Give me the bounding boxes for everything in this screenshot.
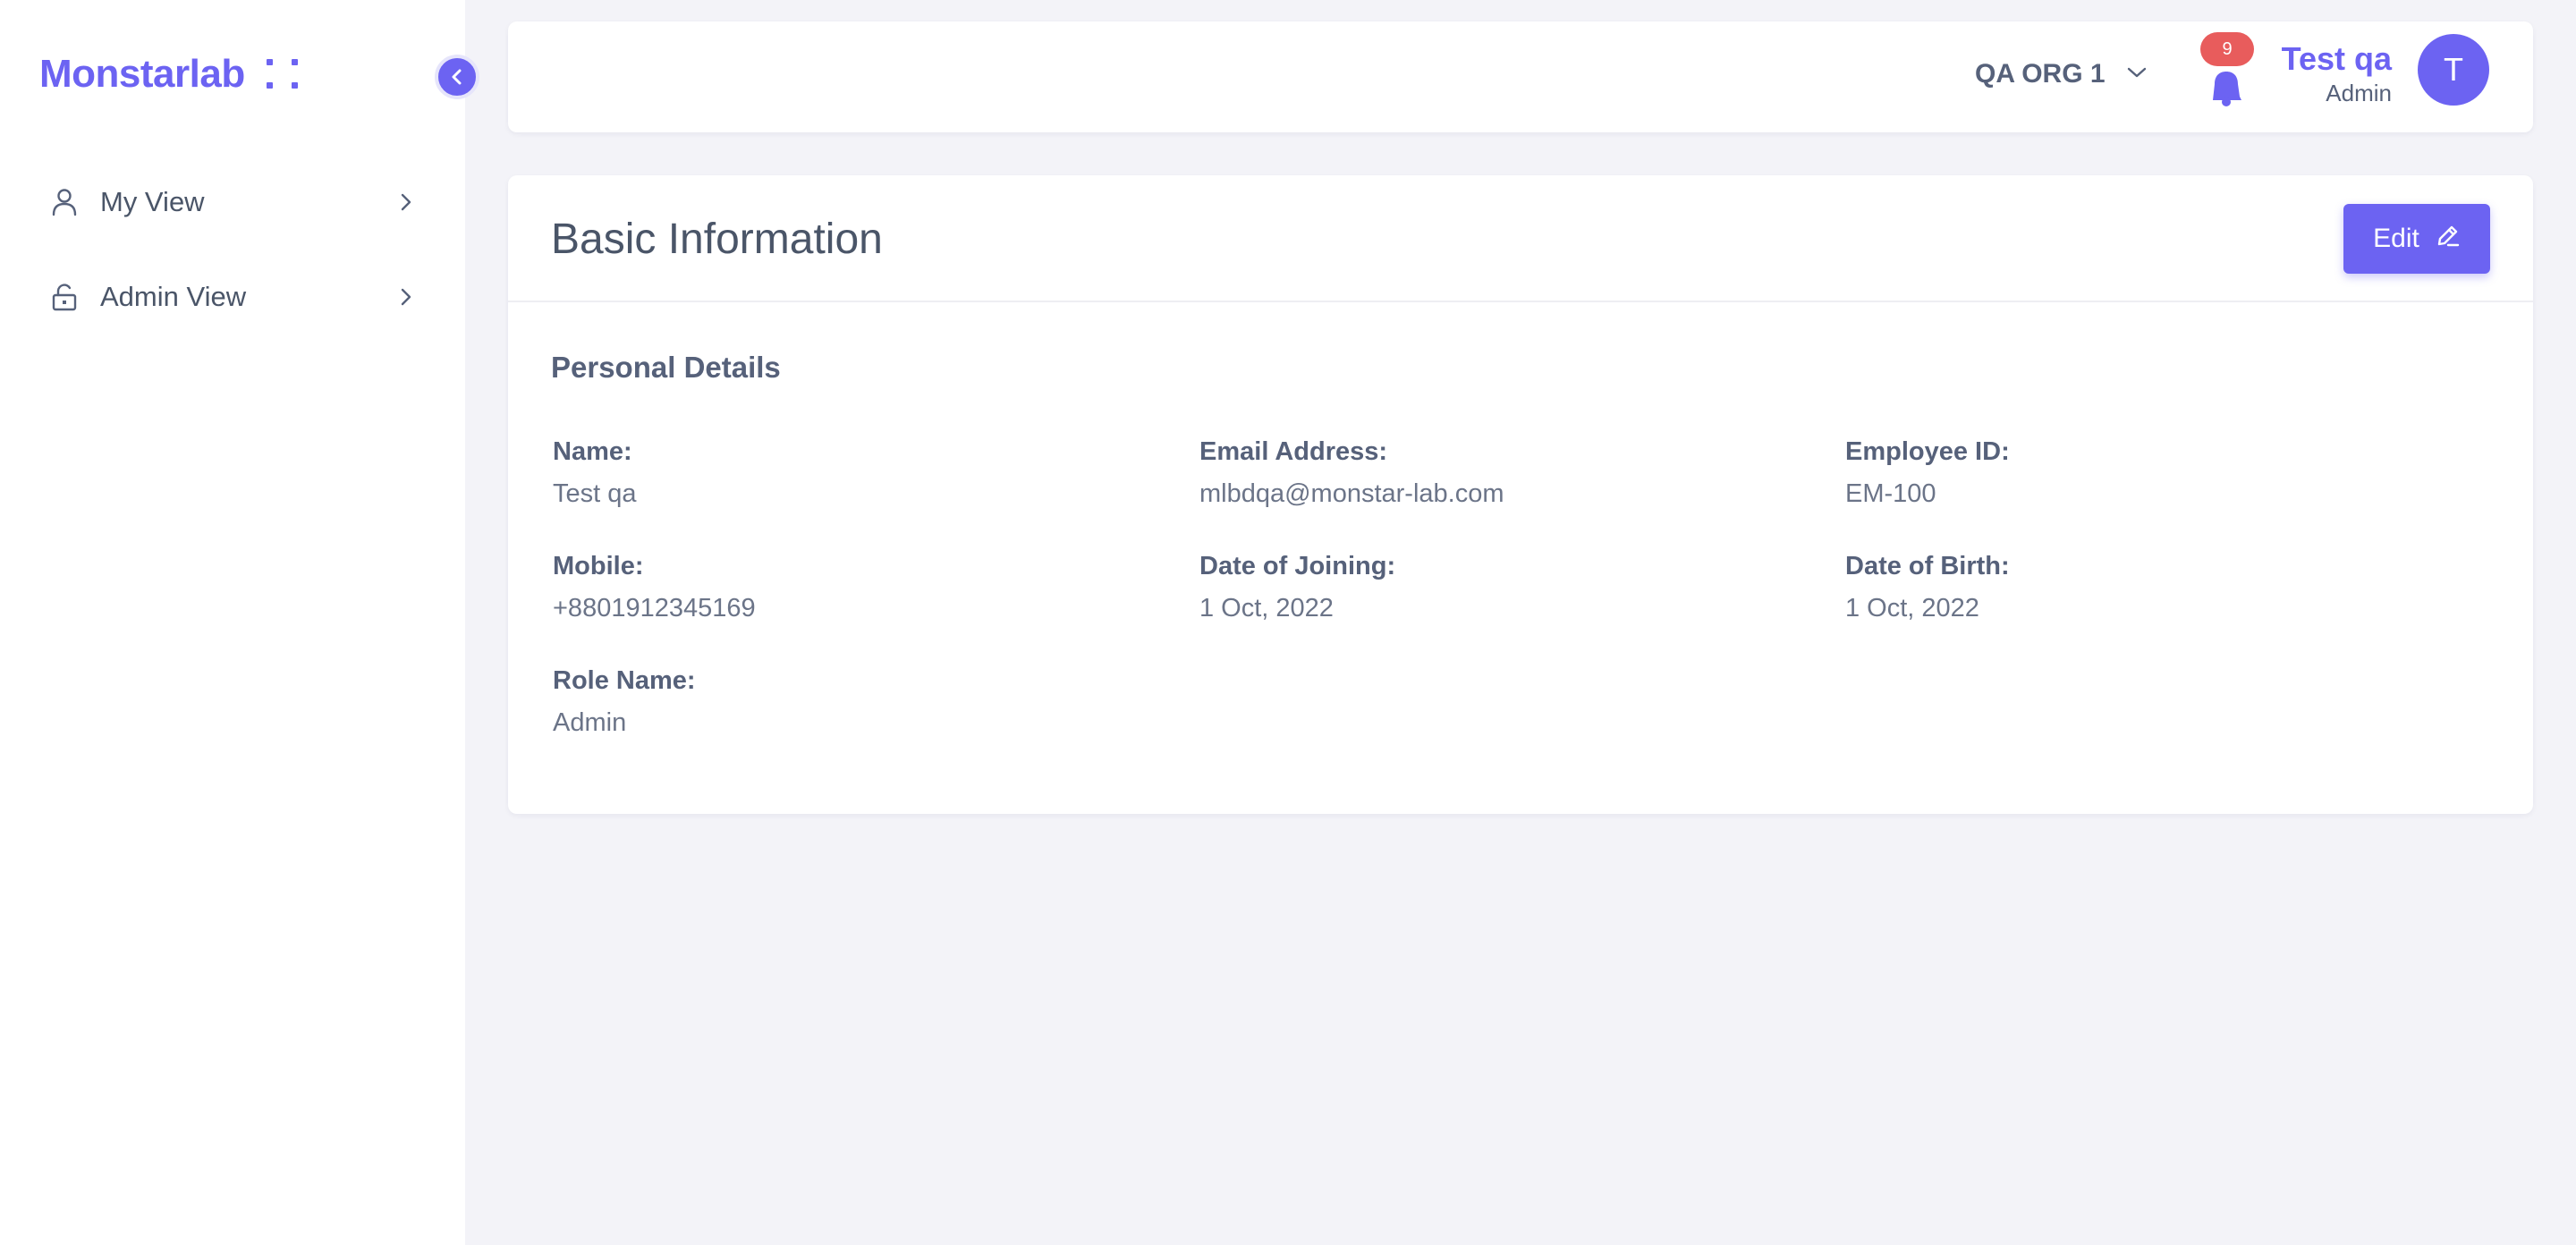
avatar[interactable]: T (2418, 34, 2489, 106)
field-date-of-birth: Date of Birth: 1 Oct, 2022 (1845, 549, 2453, 626)
field-email: Email Address: mlbdqa@monstar-lab.com (1199, 435, 1808, 512)
field-label: Date of Birth: (1845, 552, 2010, 580)
page-title: Basic Information (551, 216, 883, 263)
logo-dots-icon (266, 59, 299, 89)
sidebar-item-my-view[interactable]: My View (50, 174, 417, 231)
field-value: 1 Oct, 2022 (1845, 594, 1979, 622)
sidebar-item-label: Admin View (100, 281, 247, 312)
unlock-icon (50, 283, 79, 311)
field-label: Email Address: (1199, 437, 1388, 466)
sidebar-item-label: My View (100, 186, 205, 217)
user-name: Test qa (2281, 40, 2392, 77)
user-info[interactable]: Test qa Admin (2282, 39, 2392, 107)
field-name: Name: Test qa (553, 435, 1161, 512)
field-label: Employee ID: (1845, 437, 2010, 466)
sidebar-collapse-button[interactable] (435, 55, 479, 99)
edit-button-label: Edit (2373, 224, 2419, 253)
chevron-left-icon (452, 69, 462, 85)
chevron-right-icon (395, 191, 417, 213)
field-employee-id: Employee ID: EM-100 (1845, 435, 2453, 512)
chevron-down-icon (2127, 66, 2147, 83)
field-label: Date of Joining: (1199, 552, 1396, 580)
org-select[interactable]: QA ORG 1 (1975, 59, 2147, 89)
field-value: mlbdqa@monstar-lab.com (1199, 479, 1504, 508)
edit-button[interactable]: Edit (2343, 204, 2490, 274)
field-label: Role Name: (553, 666, 696, 695)
org-select-value: QA ORG 1 (1975, 59, 2106, 89)
logo[interactable]: Monstarlab (39, 52, 299, 97)
field-label: Mobile: (553, 552, 644, 580)
field-date-of-joining: Date of Joining: 1 Oct, 2022 (1199, 549, 1808, 626)
chevron-right-icon (395, 286, 417, 308)
basic-information-card: Basic Information Edit Personal Details … (508, 175, 2533, 814)
field-value: Test qa (553, 479, 637, 508)
logo-text: Monstarlab (39, 52, 245, 96)
field-value: +8801912345169 (553, 594, 756, 622)
field-value: EM-100 (1845, 479, 1936, 508)
notification-count-badge: 9 (2200, 32, 2254, 66)
field-role-name: Role Name: Admin (553, 664, 1161, 741)
field-value: 1 Oct, 2022 (1199, 594, 1334, 622)
field-label: Name: (553, 437, 632, 466)
field-mobile: Mobile: +8801912345169 (553, 549, 1161, 626)
card-header: Basic Information Edit (508, 175, 2533, 302)
user-role: Admin (2326, 80, 2392, 106)
pencil-icon (2436, 223, 2461, 255)
sidebar: Monstarlab My View Admin View (0, 0, 465, 1245)
section-title: Personal Details (551, 351, 781, 384)
sidebar-item-admin-view[interactable]: Admin View (50, 268, 417, 326)
top-header: QA ORG 1 9 Test qa Admin T (508, 21, 2533, 132)
field-value: Admin (553, 708, 627, 737)
user-icon (50, 188, 79, 216)
